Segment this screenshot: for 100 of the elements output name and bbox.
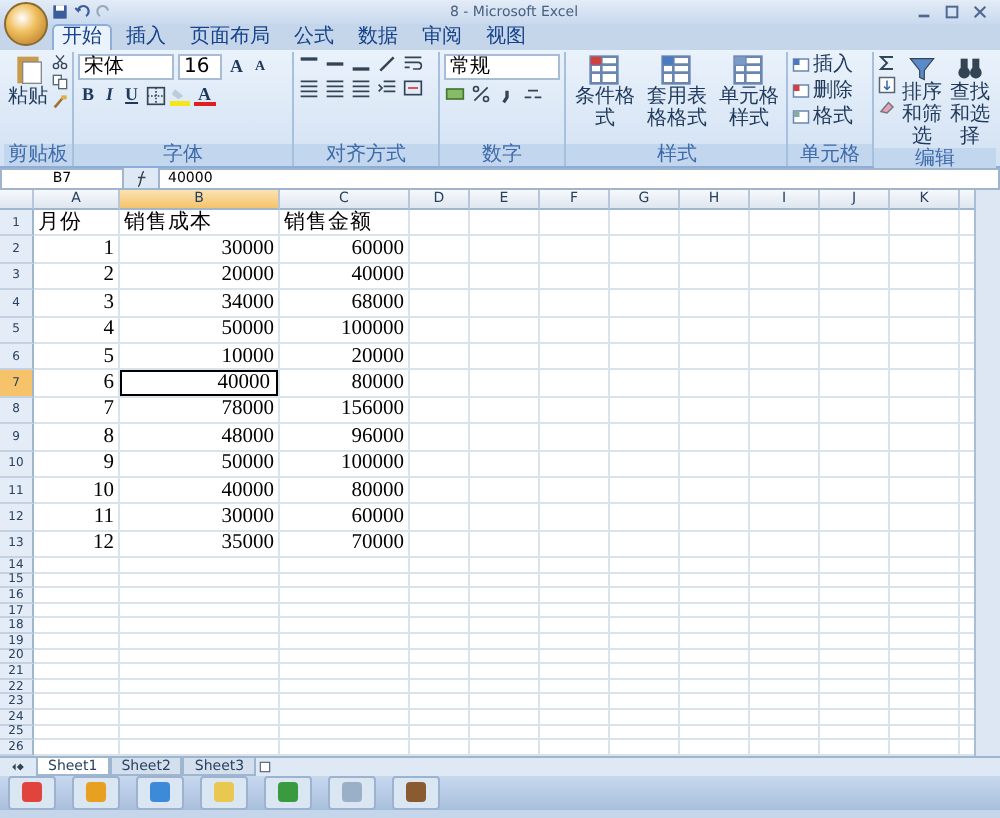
empty-cell — [820, 451, 890, 478]
empty-cell — [540, 477, 610, 505]
empty-cell — [470, 317, 540, 344]
empty-cell — [750, 317, 820, 344]
style-button[interactable]: 套用表格格式 — [642, 54, 711, 130]
close-icon[interactable] — [972, 4, 988, 20]
ribbon-tab[interactable]: 审阅 — [412, 24, 472, 50]
font-size-dropdown[interactable]: 16 — [178, 54, 222, 80]
fill-icon[interactable] — [878, 76, 896, 94]
ribbon-tab[interactable]: 公式 — [284, 24, 344, 50]
sum-icon[interactable] — [878, 54, 896, 72]
table-cell: 50000 — [221, 320, 274, 339]
empty-cell — [750, 424, 820, 452]
ribbon-tab[interactable]: 页面布局 — [180, 24, 280, 50]
brush-icon[interactable] — [52, 94, 68, 110]
empty-cell — [470, 210, 540, 237]
empty-cell — [540, 397, 610, 425]
new-sheet-icon[interactable] — [256, 759, 275, 774]
table-cell: 40000 — [221, 481, 274, 500]
app-icon — [340, 780, 364, 805]
paste-button[interactable]: 粘贴 — [8, 54, 48, 108]
empty-cell — [750, 290, 820, 318]
empty-cell — [470, 504, 540, 532]
empty-cell — [680, 236, 750, 264]
empty-cell — [610, 694, 680, 711]
taskbar-app[interactable] — [392, 775, 440, 810]
table-cell: 34000 — [221, 293, 274, 312]
empty-cell — [680, 618, 750, 635]
copy-icon[interactable] — [52, 74, 68, 90]
table-cell: 7 — [103, 400, 114, 419]
empty-cell — [540, 504, 610, 532]
empty-cell — [820, 263, 890, 291]
wrap-text-icon[interactable] — [402, 54, 425, 74]
number-format-dropdown[interactable]: 常规 — [444, 54, 561, 80]
ribbon-tab[interactable]: 插入 — [116, 24, 176, 50]
empty-cell — [470, 694, 540, 711]
editing-button[interactable]: 排序和筛选 — [900, 54, 944, 148]
table-cell: 9 — [103, 454, 114, 473]
empty-cell — [820, 694, 890, 711]
delete-icon — [792, 82, 811, 100]
borders-icon[interactable] — [146, 85, 167, 105]
percent-icon[interactable] — [470, 84, 493, 104]
table-cell: 6 — [103, 374, 114, 393]
ribbon-tab[interactable]: 视图 — [476, 24, 536, 50]
empty-cell — [410, 618, 470, 635]
table-cell: 70000 — [351, 534, 404, 553]
grow-font-button[interactable]: A — [226, 56, 247, 78]
align-icon[interactable] — [350, 78, 373, 98]
app-icon — [404, 780, 428, 805]
empty-cell — [750, 477, 820, 505]
fill-color-icon[interactable] — [170, 85, 191, 105]
taskbar-app[interactable] — [136, 775, 184, 810]
ribbon-tab[interactable]: 数据 — [348, 24, 408, 50]
table-cell: 8 — [103, 427, 114, 446]
empty-cell — [680, 397, 750, 425]
empty-cell — [610, 424, 680, 452]
editing-button[interactable]: 查找和选择 — [948, 54, 992, 148]
table-cell: 5 — [103, 347, 114, 366]
font-style-button[interactable]: B — [78, 84, 99, 106]
vertical-scrollbar[interactable] — [974, 190, 1000, 756]
indent-icon[interactable] — [376, 78, 399, 98]
align-icon[interactable] — [298, 78, 321, 98]
empty-cell — [820, 370, 890, 398]
office-button[interactable] — [4, 2, 48, 46]
font-style-button[interactable]: I — [102, 84, 118, 106]
currency-icon[interactable] — [444, 84, 467, 104]
empty-cell — [820, 531, 890, 559]
cells-button[interactable]: 删除 — [792, 80, 853, 102]
empty-cell — [470, 370, 540, 398]
empty-cell — [750, 694, 820, 711]
empty-cell — [680, 263, 750, 291]
eraser-icon[interactable] — [878, 98, 896, 116]
empty-cell — [610, 397, 680, 425]
save-icon[interactable] — [52, 4, 68, 20]
empty-cell — [890, 397, 960, 425]
maximize-icon[interactable] — [944, 4, 960, 20]
table-cell: 30000 — [221, 240, 274, 259]
empty-cell — [890, 317, 960, 344]
table-cell: 50000 — [221, 454, 274, 473]
conditional-format-icon — [588, 54, 621, 86]
orientation-icon[interactable] — [376, 54, 399, 74]
merge-cells-icon[interactable] — [402, 78, 425, 98]
style-button[interactable]: 条件格式 — [570, 54, 639, 130]
function-icon[interactable] — [132, 169, 150, 187]
font-color-button[interactable]: A — [194, 85, 216, 105]
font-name-dropdown[interactable]: 宋体 — [78, 54, 174, 80]
ribbon-tab[interactable]: 开始 — [52, 24, 112, 50]
table-cell: 月份 — [38, 213, 82, 232]
font-style-button[interactable]: U — [121, 84, 143, 106]
undo-icon[interactable] — [74, 4, 90, 20]
style-button[interactable]: 单元格样式 — [714, 54, 783, 130]
cut-icon[interactable] — [52, 54, 68, 70]
table-cell: 3 — [103, 293, 114, 312]
group-label: 对齐方式 — [294, 144, 439, 166]
cells-button[interactable]: 格式 — [792, 106, 853, 128]
table-cell: 30000 — [221, 507, 274, 526]
table-cell: 80000 — [351, 374, 404, 393]
align-icon[interactable] — [324, 78, 347, 98]
taskbar-app[interactable] — [264, 775, 312, 810]
cells-button[interactable]: 插入 — [792, 54, 853, 76]
